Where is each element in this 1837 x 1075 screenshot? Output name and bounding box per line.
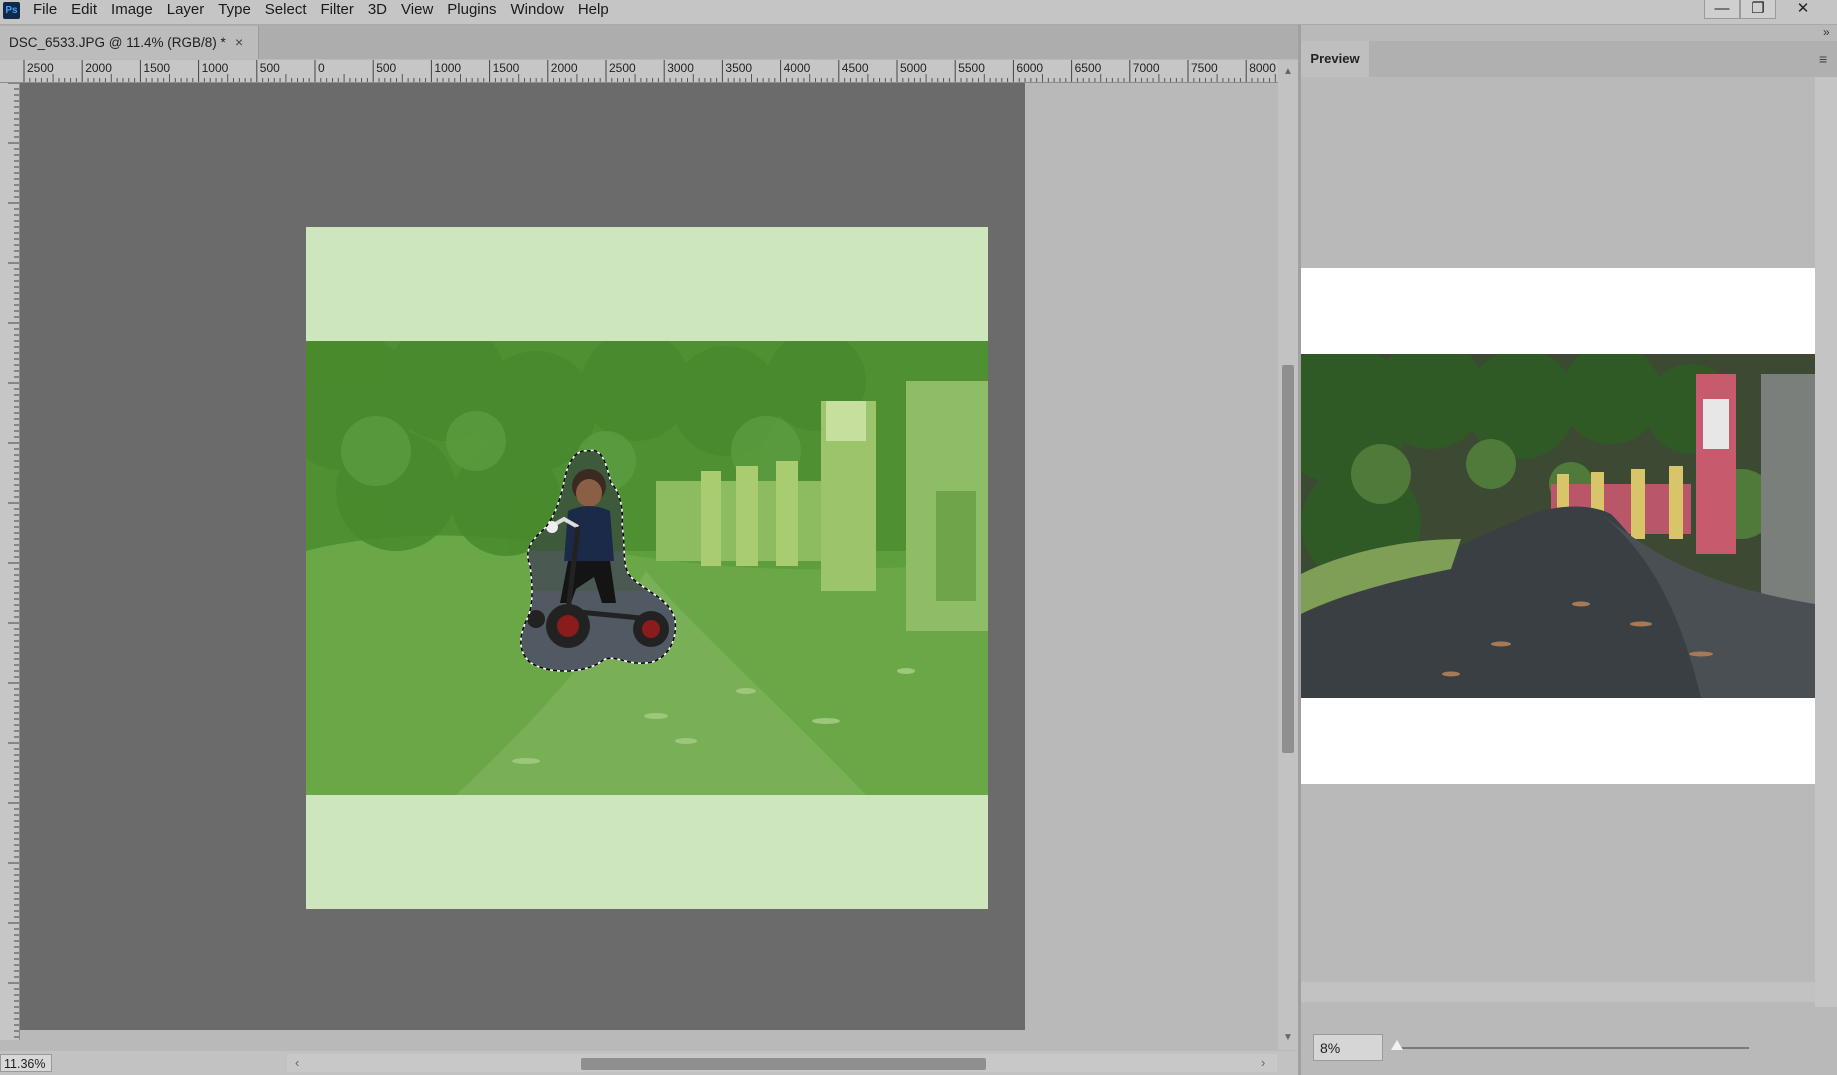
preview-canvas bbox=[1301, 268, 1815, 784]
ruler-label: 500 bbox=[260, 61, 280, 75]
close-window-button[interactable]: ✕ bbox=[1784, 0, 1822, 18]
ruler-label: 7000 bbox=[1133, 61, 1160, 75]
ruler-label: 5000 bbox=[900, 61, 927, 75]
document-tab-bar: DSC_6533.JPG @ 11.4% (RGB/8) * × bbox=[0, 25, 1298, 59]
horizontal-scrollbar[interactable]: ‹ › bbox=[287, 1054, 1277, 1072]
preview-panel-header: Preview ≡ bbox=[1301, 41, 1837, 77]
preview-vertical-scrollbar[interactable] bbox=[1815, 77, 1837, 1007]
menu-image[interactable]: Image bbox=[104, 0, 160, 24]
vertical-ruler-ticks bbox=[8, 83, 19, 1038]
menu-view[interactable]: View bbox=[394, 0, 440, 24]
menu-bar: Ps File Edit Image Layer Type Select Fil… bbox=[0, 0, 1837, 25]
horizontal-ruler-ticks: 2500 2000 1500 1000 500 0 500 1000 1500 2000 2500 3… bbox=[23, 60, 1276, 82]
menu-3d[interactable]: 3D bbox=[361, 0, 394, 24]
ruler-label: 2000 bbox=[551, 61, 578, 75]
canvas-area[interactable] bbox=[20, 83, 1278, 1060]
ruler-label: 1500 bbox=[143, 61, 170, 75]
ruler-label: 7500 bbox=[1191, 61, 1218, 75]
menu-window[interactable]: Window bbox=[503, 0, 570, 24]
menu-select[interactable]: Select bbox=[258, 0, 314, 24]
preview-footer: 8% bbox=[1301, 1025, 1837, 1075]
menu-items: File Edit Image Layer Type Select Filter… bbox=[26, 0, 616, 24]
document-tab[interactable]: DSC_6533.JPG @ 11.4% (RGB/8) * × bbox=[0, 26, 259, 59]
ruler-label: 0 bbox=[318, 61, 325, 75]
menu-file[interactable]: File bbox=[26, 0, 64, 24]
close-tab-icon[interactable]: × bbox=[235, 26, 243, 59]
horizontal-ruler[interactable]: 2500 2000 1500 1000 500 0 500 1000 1500 2000 2500 3… bbox=[20, 60, 1278, 83]
ruler-origin[interactable] bbox=[0, 60, 21, 83]
menu-edit[interactable]: Edit bbox=[64, 0, 104, 24]
scroll-up-icon[interactable]: ▲ bbox=[1283, 66, 1293, 77]
photoshop-logo-icon: Ps bbox=[3, 2, 20, 19]
ruler-label: 4000 bbox=[784, 61, 811, 75]
ruler-label: 1500 bbox=[493, 61, 520, 75]
menu-layer[interactable]: Layer bbox=[160, 0, 212, 24]
scroll-right-icon[interactable]: › bbox=[1261, 1055, 1265, 1070]
masked-photo bbox=[306, 341, 988, 795]
collapse-panel-icon[interactable]: » bbox=[1823, 25, 1830, 39]
scroll-left-icon[interactable]: ‹ bbox=[295, 1055, 299, 1070]
menu-help[interactable]: Help bbox=[571, 0, 616, 24]
ruler-label: 3000 bbox=[667, 61, 694, 75]
preview-panel: » Preview ≡ 8% bbox=[1301, 25, 1837, 1075]
preview-viewport[interactable] bbox=[1301, 77, 1815, 1007]
vertical-scroll-thumb[interactable] bbox=[1282, 365, 1294, 753]
ruler-label: 6500 bbox=[1075, 61, 1102, 75]
ruler-label: 8000 bbox=[1249, 61, 1276, 75]
ruler-label: 2000 bbox=[85, 61, 112, 75]
ruler-label: 500 bbox=[376, 61, 396, 75]
ruler-label: 5500 bbox=[958, 61, 985, 75]
document-tab-title: DSC_6533.JPG @ 11.4% (RGB/8) * bbox=[9, 35, 226, 50]
ruler-label: 1000 bbox=[202, 61, 229, 75]
scroll-down-icon[interactable]: ▼ bbox=[1283, 1032, 1293, 1043]
document-image[interactable] bbox=[306, 227, 988, 909]
restore-button[interactable]: ❐ bbox=[1740, 0, 1776, 19]
ruler-label: 1000 bbox=[434, 61, 461, 75]
vertical-ruler[interactable] bbox=[0, 83, 20, 1040]
preview-zoom-field[interactable]: 8% bbox=[1313, 1034, 1383, 1061]
ruler-label: 2500 bbox=[609, 61, 636, 75]
minimize-button[interactable]: — bbox=[1704, 0, 1740, 19]
status-bar: 11.36% ‹ › bbox=[0, 1051, 1298, 1075]
pasteboard bbox=[20, 83, 1025, 1030]
menu-filter[interactable]: Filter bbox=[314, 0, 361, 24]
vertical-scrollbar[interactable]: ▲ ▼ bbox=[1278, 60, 1298, 1050]
ruler-label: 6000 bbox=[1016, 61, 1043, 75]
zoom-level-field[interactable]: 11.36% bbox=[0, 1054, 52, 1072]
preview-image bbox=[1301, 354, 1815, 698]
menu-type[interactable]: Type bbox=[211, 0, 258, 24]
menu-plugins[interactable]: Plugins bbox=[440, 0, 503, 24]
ruler-label: 4500 bbox=[842, 61, 869, 75]
panel-menu-icon[interactable]: ≡ bbox=[1819, 41, 1827, 77]
preview-horizontal-scrollbar[interactable] bbox=[1301, 982, 1815, 1002]
tab-preview[interactable]: Preview bbox=[1301, 41, 1369, 77]
ruler-label: 3500 bbox=[725, 61, 752, 75]
horizontal-scroll-thumb[interactable] bbox=[581, 1058, 986, 1070]
ruler-label: 2500 bbox=[27, 61, 54, 75]
preview-zoom-slider-handle[interactable] bbox=[1391, 1040, 1403, 1050]
preview-zoom-slider[interactable] bbox=[1393, 1047, 1749, 1049]
